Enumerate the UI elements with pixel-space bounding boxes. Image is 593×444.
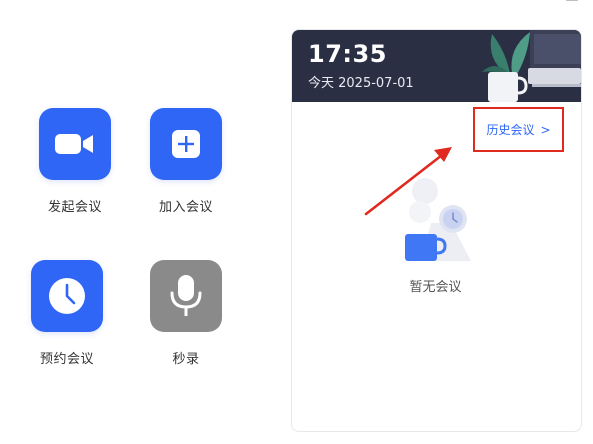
card-header: 17:35 今天 2025-07-01 (292, 30, 581, 102)
join-meeting-button[interactable]: 加入会议 (131, 108, 241, 215)
microphone-icon (170, 275, 202, 316)
plus-icon (172, 130, 200, 158)
chevron-right-icon: > (540, 122, 551, 137)
join-meeting-tile[interactable] (150, 108, 222, 180)
quick-record-label: 秒录 (172, 352, 200, 367)
meeting-history-button[interactable]: 历史会议 > (473, 107, 564, 152)
join-meeting-label: 加入会议 (158, 200, 213, 215)
clock-icon (49, 278, 85, 314)
start-meeting-label: 发起会议 (47, 200, 102, 215)
desk-illustration-icon (482, 30, 581, 102)
empty-meetings-text: 暂无会议 (409, 280, 462, 295)
quick-record-tile[interactable] (150, 260, 222, 332)
quick-record-button[interactable]: 秒录 (131, 260, 241, 367)
window-edge (566, 0, 578, 4)
schedule-meeting-label: 预约会议 (39, 352, 94, 367)
schedule-meeting-tile[interactable] (31, 260, 103, 332)
empty-meetings-illustration-icon (405, 178, 471, 261)
start-meeting-tile[interactable] (39, 108, 111, 180)
schedule-meeting-button[interactable]: 预约会议 (12, 260, 122, 367)
start-meeting-button[interactable]: 发起会议 (20, 108, 130, 215)
current-time: 17:35 (308, 40, 387, 68)
video-camera-icon (55, 134, 93, 154)
meeting-history-label: 历史会议 (486, 123, 535, 137)
current-date: 今天 2025-07-01 (308, 76, 414, 91)
